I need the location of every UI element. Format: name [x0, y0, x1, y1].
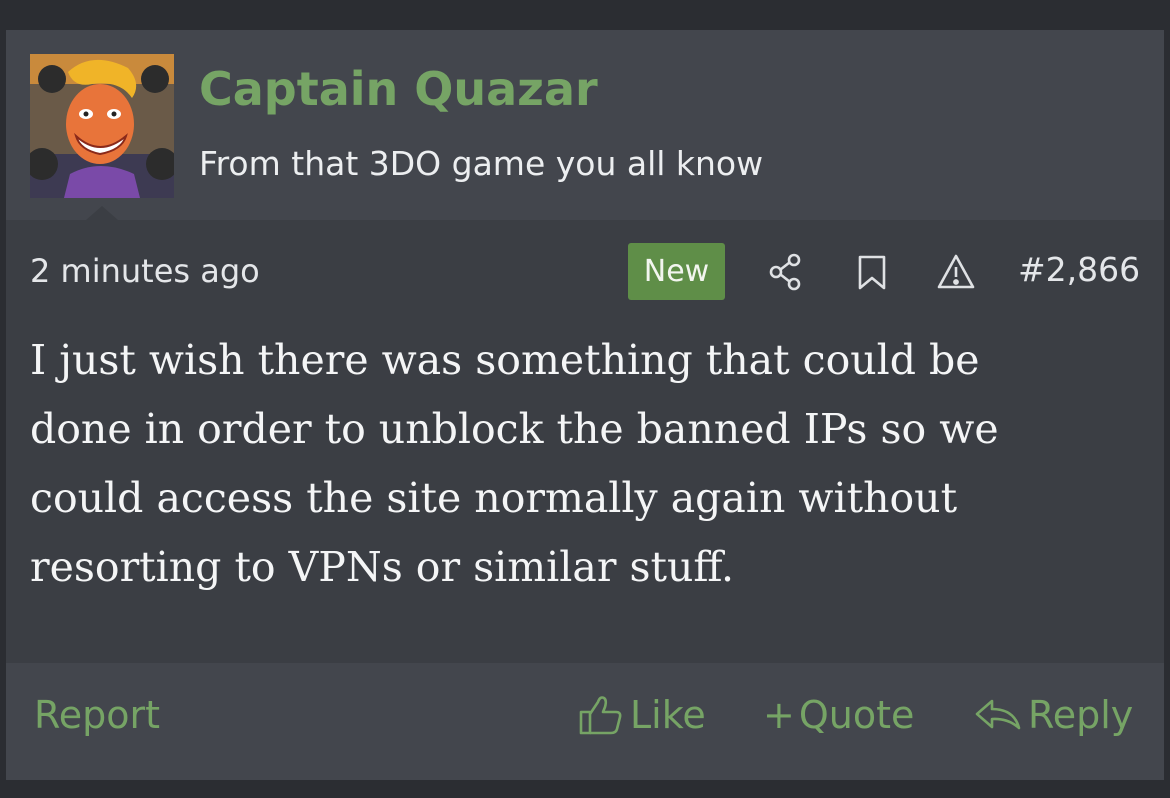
reply-arrow-icon — [975, 699, 1021, 730]
thumbs-up-icon — [579, 696, 622, 735]
like-label: Like — [630, 693, 706, 737]
post-body-line: I just wish there was something that cou… — [30, 336, 980, 384]
report-label: Report — [34, 693, 160, 737]
post-body-line: resorting to VPNs or similar stuff. — [30, 543, 735, 591]
plus-icon: + — [763, 693, 795, 737]
warning-icon[interactable] — [936, 252, 976, 292]
share-icon[interactable] — [766, 252, 806, 292]
post-body-line: could access the site normally again wit… — [30, 474, 958, 522]
new-badge: New — [628, 243, 725, 300]
bookmark-icon[interactable] — [852, 252, 892, 292]
header-pointer — [86, 206, 118, 220]
post-actions-bar: Report Like + Quote Reply — [6, 663, 1164, 780]
post-body: I just wish there was something that cou… — [30, 326, 1130, 602]
post-author-header: Captain Quazar From that 3DO game you al… — [6, 30, 1164, 220]
author-username[interactable]: Captain Quazar — [199, 62, 598, 116]
quote-label: Quote — [798, 693, 915, 737]
quote-button[interactable]: + Quote — [763, 693, 914, 737]
post-timestamp[interactable]: 2 minutes ago — [30, 252, 260, 290]
post-body-line: done in order to unblock the banned IPs … — [30, 405, 999, 453]
reply-button[interactable]: Reply — [974, 693, 1133, 737]
report-button[interactable]: Report — [34, 693, 160, 737]
avatar-image[interactable] — [30, 54, 174, 198]
forum-post: Captain Quazar From that 3DO game you al… — [6, 30, 1164, 780]
reply-label: Reply — [1028, 693, 1134, 737]
post-number[interactable]: #2,866 — [1018, 250, 1140, 289]
author-user-title: From that 3DO game you all know — [199, 144, 764, 183]
like-button[interactable]: Like — [578, 693, 706, 737]
